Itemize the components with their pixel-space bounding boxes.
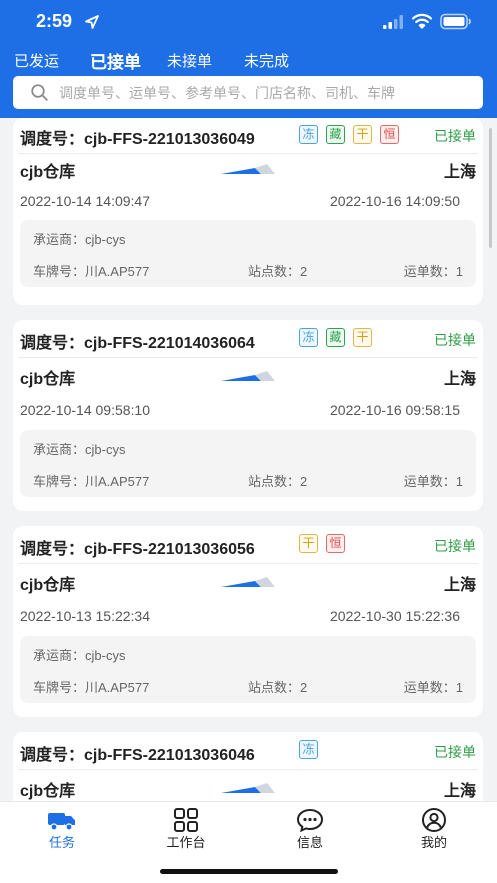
search-input[interactable]	[59, 76, 475, 109]
nav-profile[interactable]: 我的	[372, 802, 496, 856]
battery-icon	[440, 13, 471, 30]
dispatch-title: 调度号：cjb-FFS-221014036064	[20, 335, 255, 352]
chat-icon	[296, 808, 324, 832]
status-tabs: 已发运 已接单 未接单 未完成	[0, 44, 497, 74]
nav-label: 任务	[48, 835, 75, 850]
dispatch-card[interactable]: 调度号：cjb-FFS-221013036056 干 恒 已接单 cjb仓库 上…	[13, 526, 483, 717]
divider	[18, 153, 478, 154]
temperature-badges: 冻 藏 干 恒	[299, 125, 399, 144]
wifi-icon	[412, 13, 432, 29]
nav-label: 我的	[420, 835, 447, 850]
nav-label: 工作台	[166, 835, 206, 850]
nav-messages[interactable]: 信息	[248, 802, 372, 856]
destination: 上海	[443, 371, 476, 388]
dispatch-number: cjb-FFS-221013036049	[84, 131, 255, 148]
divider	[18, 357, 478, 358]
stop-count: 站点数：2	[248, 264, 308, 279]
end-time: 2022-10-16 14:09:50	[330, 193, 460, 209]
order-count: 运单数：1	[403, 264, 463, 279]
end-time: 2022-10-30 15:22:36	[330, 608, 460, 624]
tab-accepted[interactable]: 已接单	[90, 48, 141, 73]
chilled-badge: 藏	[326, 125, 345, 144]
origin: cjb仓库	[20, 371, 76, 388]
scrollbar[interactable]	[489, 128, 492, 248]
dispatch-title: 调度号：cjb-FFS-221013036049	[20, 131, 255, 148]
nav-workbench[interactable]: 工作台	[124, 802, 248, 856]
destination: 上海	[443, 783, 476, 800]
stop-count: 站点数：2	[248, 680, 308, 695]
status-label: 已接单	[434, 744, 476, 760]
tab-not-accepted[interactable]: 未接单	[167, 50, 212, 71]
route-arrow-icon	[221, 577, 275, 587]
constant-temp-badge: 恒	[380, 125, 399, 144]
frozen-badge: 冻	[299, 740, 318, 759]
temperature-badges: 冻	[299, 740, 318, 759]
origin: cjb仓库	[20, 577, 76, 594]
search-icon	[31, 84, 48, 101]
dry-badge: 干	[353, 125, 372, 144]
info-box: 承运商：cjb-cys 车牌号：川A.AP577 站点数：2 运单数：1	[20, 636, 476, 703]
divider	[18, 769, 478, 770]
route-arrow-icon	[221, 783, 275, 793]
route-arrow-icon	[221, 371, 275, 381]
nav-label: 信息	[296, 835, 323, 850]
plate-number: 车牌号：川A.AP577	[33, 680, 150, 695]
temperature-badges: 干 恒	[299, 534, 345, 553]
order-count: 运单数：1	[403, 474, 463, 489]
stop-count: 站点数：2	[248, 474, 308, 489]
dry-badge: 干	[299, 534, 318, 553]
tab-incomplete[interactable]: 未完成	[244, 50, 289, 71]
chilled-badge: 藏	[326, 328, 345, 347]
info-box: 承运商：cjb-cys 车牌号：川A.AP577 站点数：2 运单数：1	[20, 220, 476, 287]
status-label: 已接单	[434, 538, 476, 554]
tab-shipped[interactable]: 已发运	[14, 50, 59, 71]
frozen-badge: 冻	[299, 125, 318, 144]
carrier: 承运商：cjb-cys	[33, 648, 126, 663]
dispatch-card[interactable]: 调度号：cjb-FFS-221014036064 冻 藏 干 已接单 cjb仓库…	[13, 320, 483, 511]
start-time: 2022-10-14 14:09:47	[20, 193, 150, 209]
status-time: 2:59	[36, 11, 73, 31]
grid-icon	[174, 808, 198, 832]
frozen-badge: 冻	[299, 328, 318, 347]
temperature-badges: 冻 藏 干	[299, 328, 372, 347]
end-time: 2022-10-16 09:58:15	[330, 402, 460, 418]
dispatch-title: 调度号：cjb-FFS-221013036056	[20, 541, 255, 558]
start-time: 2022-10-14 09:58:10	[20, 402, 150, 418]
dispatch-list: 调度号：cjb-FFS-221013036049 冻 藏 干 恒 已接单 cjb…	[0, 118, 497, 801]
start-time: 2022-10-13 15:22:34	[20, 608, 150, 624]
dispatch-number: cjb-FFS-221013036056	[84, 541, 255, 558]
nav-task[interactable]: 任务	[0, 802, 124, 856]
location-arrow-icon	[85, 15, 99, 29]
cellular-signal-icon	[383, 15, 403, 29]
destination: 上海	[443, 577, 476, 594]
search-bar	[13, 76, 483, 109]
dispatch-card[interactable]: 调度号：cjb-FFS-221013036049 冻 藏 干 恒 已接单 cjb…	[13, 118, 483, 305]
dispatch-title: 调度号：cjb-FFS-221013036046	[20, 747, 255, 764]
status-label: 已接单	[434, 332, 476, 348]
route-arrow-icon	[221, 164, 275, 174]
carrier: 承运商：cjb-cys	[33, 232, 126, 247]
truck-icon	[48, 813, 75, 831]
plate-number: 车牌号：川A.AP577	[33, 264, 150, 279]
dispatch-number: cjb-FFS-221013036046	[84, 747, 255, 764]
constant-temp-badge: 恒	[326, 534, 345, 553]
dispatch-number: cjb-FFS-221014036064	[84, 335, 255, 352]
plate-number: 车牌号：川A.AP577	[33, 474, 150, 489]
origin: cjb仓库	[20, 164, 76, 181]
home-indicator	[160, 869, 338, 874]
dry-badge: 干	[353, 328, 372, 347]
order-count: 运单数：1	[403, 680, 463, 695]
destination: 上海	[443, 164, 476, 181]
status-bar: 2:59	[0, 0, 497, 44]
origin: cjb仓库	[20, 783, 76, 800]
dispatch-card[interactable]: 调度号：cjb-FFS-221013036046 冻 已接单 cjb仓库 上海	[13, 732, 483, 801]
info-box: 承运商：cjb-cys 车牌号：川A.AP577 站点数：2 运单数：1	[20, 430, 476, 497]
user-icon	[422, 808, 446, 832]
status-label: 已接单	[434, 128, 476, 144]
divider	[18, 563, 478, 564]
carrier: 承运商：cjb-cys	[33, 442, 126, 457]
header: 2:59 已发运 已接单 未接单 未完成	[0, 0, 497, 118]
